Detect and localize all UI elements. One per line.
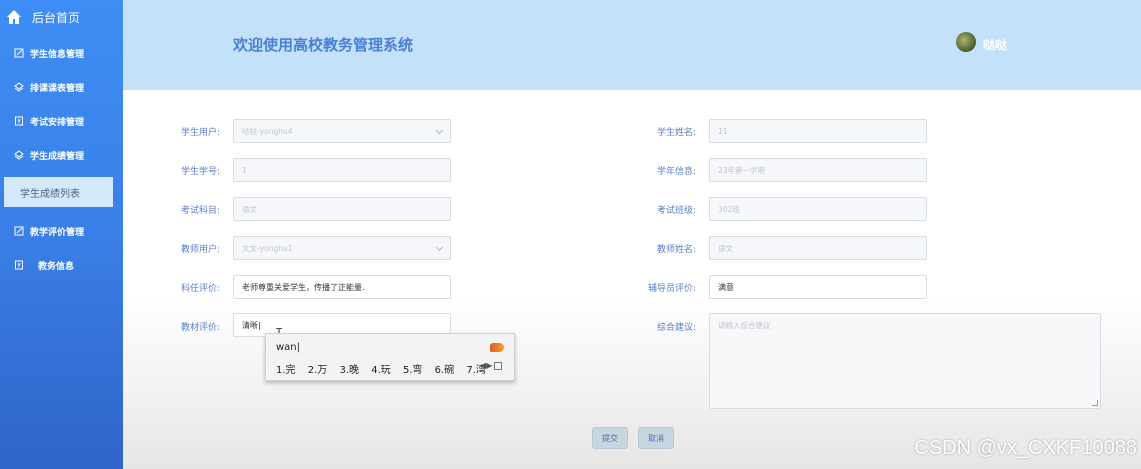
teacher-user-select[interactable]: 文文-yonghu1 <box>233 236 451 260</box>
suggestion-placeholder: 请输入综合建议 <box>718 321 771 330</box>
next-page-icon[interactable]: ▶ <box>486 361 492 370</box>
ime-candidate[interactable]: 1.完 <box>276 365 296 376</box>
student-user-value: 哒哒-yonghu4 <box>242 126 293 136</box>
student-user-label: 学生用户: <box>180 128 220 138</box>
sidebar-item-label: 排课课表管理 <box>30 83 85 94</box>
teacher-name-field[interactable]: 语文 <box>709 236 927 260</box>
ime-candidate[interactable]: 6.碗 <box>435 365 455 376</box>
sidebar-item-label: 学生信息管理 <box>30 49 85 60</box>
ime-candidate[interactable]: 2.万 <box>308 365 328 376</box>
teacher-name-value: 语文 <box>718 243 733 253</box>
exam-subject-value: 语文 <box>242 204 257 214</box>
sidebar-item-label: 教务信息 <box>38 261 75 272</box>
textbook-eval-label: 教材评价: <box>180 323 220 333</box>
exam-class-value: 302班 <box>718 204 740 214</box>
subject-eval-value: 老师尊重关爱学生，传播了正能量. <box>242 282 365 292</box>
exam-subject-label: 考试科目: <box>180 206 220 216</box>
cancel-button[interactable]: 取消 <box>638 427 674 449</box>
ime-composition: wan| <box>276 342 301 353</box>
sidebar-home-label: 后台首页 <box>32 10 81 25</box>
sidebar-item-label: 教学评价管理 <box>30 227 85 238</box>
student-user-select[interactable]: 哒哒-yonghu4 <box>233 119 451 143</box>
school-year-value: 23年第一学期 <box>718 165 766 175</box>
student-no-value: 1 <box>242 165 247 175</box>
ime-candidate[interactable]: 3.晚 <box>339 365 359 376</box>
expand-icon[interactable] <box>494 361 503 370</box>
sidebar-item-schedule[interactable]: 排课课表管理 <box>0 73 123 101</box>
exam-class-label: 考试班级: <box>656 206 696 216</box>
counselor-eval-field[interactable]: 满意 <box>709 275 927 299</box>
student-name-field[interactable]: 11 <box>709 119 927 143</box>
doc-icon <box>15 260 23 270</box>
sidebar-item-grades[interactable]: 学生成绩管理 <box>0 141 123 169</box>
watermark: CSDN @vx_CXKF10088 <box>914 437 1137 459</box>
sidebar-sub-grade-list[interactable]: 学生成绩列表 <box>4 177 113 207</box>
subject-eval-label: 科任评价: <box>180 284 220 294</box>
home-icon <box>7 10 21 24</box>
subject-eval-field[interactable]: 老师尊重关爱学生，传播了正能量. <box>233 275 451 299</box>
header: 欢迎使用高校教务管理系统 哒哒 <box>123 0 1141 90</box>
counselor-eval-label: 辅导员评价: <box>647 284 696 294</box>
teacher-name-label: 教师姓名: <box>656 245 696 255</box>
ime-logo-icon <box>490 343 504 352</box>
layers-icon <box>14 150 24 160</box>
student-no-label: 学生学号: <box>180 167 220 177</box>
ime-candidate-window[interactable]: wan| 1.完 2.万 3.晚 4.玩 5.弯 6.碗 7.湾 ◀▶ <box>265 333 515 381</box>
ime-page-nav[interactable]: ◀▶ <box>480 361 503 370</box>
student-name-label: 学生姓名: <box>656 128 696 138</box>
page-title: 欢迎使用高校教务管理系统 <box>233 36 414 54</box>
teacher-user-label: 教师用户: <box>180 245 220 255</box>
chevron-down-icon <box>435 126 444 135</box>
exam-subject-field[interactable]: 语文 <box>233 197 451 221</box>
student-no-field[interactable]: 1 <box>233 158 451 182</box>
chevron-down-icon <box>435 243 444 252</box>
submit-button[interactable]: 提交 <box>592 427 628 449</box>
ime-candidates: 1.完 2.万 3.晚 4.玩 5.弯 6.碗 7.湾 <box>276 361 495 376</box>
edit-icon <box>14 48 24 58</box>
counselor-eval-value: 满意 <box>718 282 734 292</box>
suggestion-label: 综合建议: <box>656 323 696 333</box>
layers-icon <box>14 82 24 92</box>
sidebar-item-student-info[interactable]: 学生信息管理 <box>0 39 123 67</box>
user-name[interactable]: 哒哒 <box>983 36 1007 53</box>
teacher-user-value: 文文-yonghu1 <box>242 243 293 253</box>
suggestion-textarea[interactable]: 请输入综合建议 <box>709 313 1101 409</box>
sidebar-item-academic-info[interactable]: 教务信息 <box>0 251 123 279</box>
sidebar-home[interactable]: 后台首页 <box>0 0 123 34</box>
textbook-eval-value: 清晰| <box>242 320 261 330</box>
doc-icon <box>15 116 23 126</box>
exam-class-field[interactable]: 302班 <box>709 197 927 221</box>
school-year-label: 学年信息: <box>656 167 696 177</box>
student-name-value: 11 <box>718 126 728 136</box>
avatar[interactable] <box>956 32 976 52</box>
sidebar-item-exam[interactable]: 考试安排管理 <box>0 107 123 135</box>
edit-icon <box>14 226 24 236</box>
ime-candidate[interactable]: 5.弯 <box>403 365 423 376</box>
form-area: 学生用户: 哒哒-yonghu4 学生姓名: 11 学生学号: 1 学年信息: … <box>123 90 1141 469</box>
sidebar-item-teaching-eval[interactable]: 教学评价管理 <box>0 217 123 245</box>
sidebar-item-label: 学生成绩管理 <box>30 151 85 162</box>
resize-handle-icon[interactable] <box>1092 400 1098 406</box>
sidebar-item-label: 考试安排管理 <box>30 117 85 128</box>
school-year-field[interactable]: 23年第一学期 <box>709 158 927 182</box>
ime-candidate[interactable]: 4.玩 <box>371 365 391 376</box>
sidebar: 后台首页 学生信息管理 排课课表管理 考试安排管理 学生成绩管理 学生成绩列表 … <box>0 0 123 469</box>
